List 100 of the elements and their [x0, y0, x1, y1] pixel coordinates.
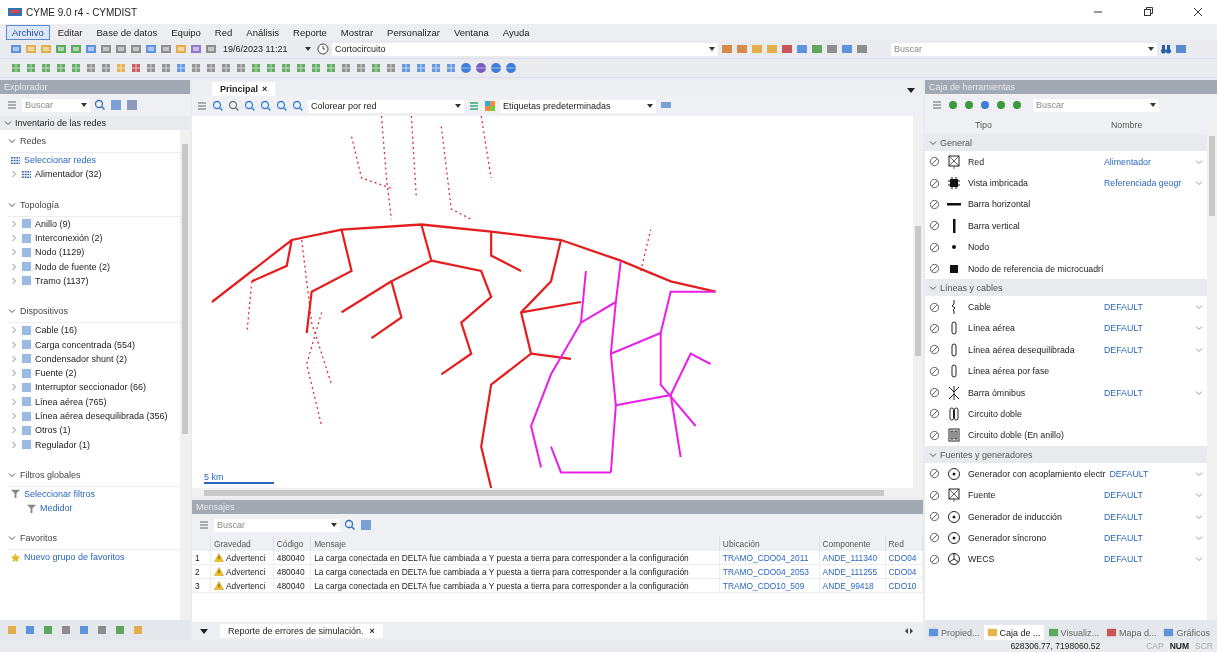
tool-icon[interactable] — [145, 62, 157, 74]
tool-icon[interactable] — [400, 62, 412, 74]
menu-icon[interactable] — [198, 519, 210, 531]
tool-icon[interactable] — [160, 43, 172, 55]
chevron-icon[interactable] — [1195, 533, 1203, 542]
tool-icon[interactable] — [445, 62, 457, 74]
menu-item[interactable]: Ventana — [447, 24, 495, 40]
tool-icon[interactable] — [947, 99, 959, 111]
tool-item[interactable]: Nodo de referencia de microcuadrí — [968, 262, 1104, 275]
close-icon[interactable] — [1193, 7, 1203, 17]
chevron-icon[interactable] — [1195, 469, 1203, 478]
menu-icon[interactable] — [6, 99, 18, 111]
menu-icon[interactable] — [931, 99, 943, 111]
search-field[interactable]: Buscar — [1033, 98, 1159, 112]
tool-item[interactable]: Generador de inducción — [968, 510, 1100, 523]
tool-name-link[interactable]: Referenciada geogr — [1104, 178, 1182, 189]
caret-icon[interactable] — [709, 47, 715, 51]
tool-icon[interactable] — [796, 43, 808, 55]
tool-icon[interactable] — [370, 62, 382, 74]
menu-item[interactable]: Red — [208, 24, 239, 40]
tool-item[interactable]: Línea aérea desequilibrada — [968, 343, 1100, 356]
tool-icon[interactable] — [175, 43, 187, 55]
zoom-icon[interactable] — [228, 100, 240, 112]
tool-icon[interactable] — [25, 43, 37, 55]
tree-item[interactable]: Carga concentrada (554) — [35, 339, 136, 350]
search-field[interactable]: Buscar — [22, 98, 90, 112]
tool-icon[interactable] — [736, 43, 748, 55]
tree-item[interactable]: Nodo de fuente (2) — [35, 261, 111, 272]
search-icon[interactable] — [344, 519, 356, 531]
tool-icon[interactable] — [415, 62, 427, 74]
panel-tab-icon[interactable] — [24, 624, 36, 636]
chevron-icon[interactable] — [1195, 491, 1203, 500]
caret-icon[interactable] — [81, 103, 87, 107]
panel-tab[interactable]: Caja de ... — [983, 625, 1044, 640]
tree-item[interactable]: Regulador (1) — [35, 439, 91, 450]
tool-name-link[interactable]: DEFAULT — [1104, 532, 1143, 543]
tool-icon[interactable] — [205, 62, 217, 74]
tool-item[interactable]: Circuito doble (En anillo) — [968, 429, 1100, 442]
caret-icon[interactable] — [647, 104, 653, 108]
group-header[interactable]: Fuentes y generadores — [925, 446, 1207, 464]
section-header[interactable]: Inventario de las redes — [0, 116, 190, 130]
tool-icon[interactable] — [963, 99, 975, 111]
tool-item[interactable]: Vista imbricada — [968, 177, 1100, 190]
tool-icon[interactable] — [325, 62, 337, 74]
panel-tab[interactable]: Propied... — [925, 625, 983, 640]
tool-icon[interactable] — [10, 43, 22, 55]
document-tab[interactable]: Principal × — [212, 82, 276, 96]
tool-icon[interactable] — [220, 62, 232, 74]
tool-icon[interactable] — [310, 62, 322, 74]
tool-name-link[interactable]: DEFAULT — [1109, 468, 1149, 479]
tool-icon[interactable] — [826, 43, 838, 55]
menu-item[interactable]: Editar — [51, 24, 89, 40]
globe-icon[interactable] — [460, 62, 472, 74]
tool-icon[interactable] — [205, 43, 217, 55]
tool-icon[interactable] — [721, 43, 733, 55]
tool-item[interactable]: Barra horizontal — [968, 198, 1100, 211]
tool-icon[interactable] — [355, 62, 367, 74]
tool-icon[interactable] — [781, 43, 793, 55]
table-cell[interactable]: TRAMO_CDO10_509 — [719, 578, 820, 593]
legend-icon[interactable] — [468, 100, 480, 112]
tool-item[interactable]: Circuito doble — [968, 408, 1100, 420]
tool-icon[interactable] — [995, 99, 1007, 111]
table-cell[interactable]: CDO10 — [885, 578, 923, 593]
tool-icon[interactable] — [40, 43, 52, 55]
tool-name-link[interactable]: Alimentador — [1104, 156, 1151, 167]
column-header[interactable]: Componente — [819, 536, 886, 551]
group-header[interactable]: Líneas y cables — [925, 279, 1207, 297]
tool-icon[interactable] — [70, 43, 82, 55]
chevron-icon[interactable] — [1195, 388, 1203, 397]
color-palette-icon[interactable] — [484, 100, 496, 112]
tool-icon[interactable] — [250, 62, 262, 74]
tab-close[interactable]: × — [262, 84, 268, 94]
table-cell[interactable]: CDO04 — [885, 551, 923, 565]
tool-icon[interactable] — [979, 99, 991, 111]
panel-tab-icon[interactable] — [60, 624, 72, 636]
tool-name-link[interactable]: DEFAULT — [1104, 554, 1143, 565]
maximize-icon[interactable] — [1143, 7, 1153, 17]
tool-icon[interactable] — [190, 43, 202, 55]
tree-item[interactable]: Fuente (2) — [35, 368, 77, 379]
tool-icon[interactable] — [25, 62, 37, 74]
table-cell[interactable]: ANDE_111255 — [819, 564, 886, 579]
tool-item[interactable]: WECS — [968, 553, 1100, 566]
tree-item[interactable]: Nodo (1129) — [35, 247, 85, 258]
tool-icon[interactable] — [10, 62, 22, 74]
tool-item[interactable]: Generador síncrono — [968, 531, 1100, 544]
tool-icon[interactable] — [340, 62, 352, 74]
tool-icon[interactable] — [110, 99, 122, 111]
panel-tab-icon[interactable] — [78, 624, 90, 636]
tool-icon[interactable] — [811, 43, 823, 55]
tree-item[interactable]: Seleccionar filtros — [24, 488, 96, 499]
caret-icon[interactable] — [455, 104, 461, 108]
group-header[interactable]: General — [925, 134, 1207, 151]
tree-item[interactable]: Interconexión (2) — [35, 233, 103, 244]
tool-item[interactable]: Barra ómnibus — [968, 386, 1100, 399]
tree-item[interactable]: Interruptor seccionador (66) — [35, 382, 147, 393]
panel-tab[interactable]: Mapa d... — [1102, 625, 1160, 640]
tool-item[interactable]: Generador con acoplamiento electr — [968, 467, 1106, 480]
tool-icon[interactable] — [1011, 99, 1023, 111]
tool-icon[interactable] — [55, 62, 67, 74]
zoom-icon[interactable] — [276, 100, 288, 112]
